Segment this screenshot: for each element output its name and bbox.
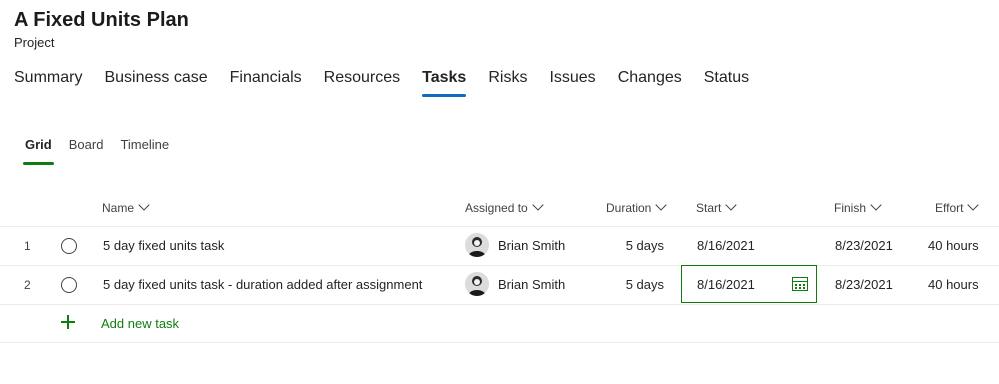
view-board[interactable]: Board — [69, 137, 104, 165]
column-header-effort[interactable]: Effort — [935, 199, 980, 215]
chevron-down-icon — [870, 199, 882, 211]
column-header-name[interactable]: Name — [102, 199, 150, 215]
project-tabs: Summary Business case Financials Resourc… — [14, 69, 771, 99]
assigned-to[interactable]: Brian Smith — [498, 238, 565, 253]
calendar-icon[interactable] — [792, 277, 808, 291]
assigned-to[interactable]: Brian Smith — [498, 277, 565, 292]
chevron-down-icon — [655, 199, 668, 211]
column-header-finish[interactable]: Finish — [834, 199, 882, 215]
chevron-down-icon — [967, 199, 980, 211]
view-timeline[interactable]: Timeline — [120, 137, 169, 165]
avatar — [465, 272, 489, 296]
tab-financials[interactable]: Financials — [230, 69, 302, 97]
column-header-duration[interactable]: Duration — [606, 199, 668, 215]
finish-date[interactable]: 8/23/2021 — [835, 277, 893, 292]
add-new-task-button[interactable]: Add new task — [0, 304, 999, 343]
chevron-down-icon — [138, 199, 150, 211]
tab-issues[interactable]: Issues — [549, 69, 595, 97]
column-header-start[interactable]: Start — [696, 199, 738, 215]
chevron-down-icon — [725, 199, 738, 211]
plus-icon — [61, 315, 75, 329]
row-number: 1 — [24, 239, 31, 253]
project-title: A Fixed Units Plan — [14, 9, 189, 31]
row-number: 2 — [24, 278, 31, 292]
start-date-input[interactable]: 8/16/2021 — [697, 277, 755, 292]
table-row[interactable]: 1 5 day fixed units task Brian Smith 5 d… — [0, 227, 999, 266]
chevron-down-icon — [532, 199, 544, 211]
start-date-editor[interactable]: 8/16/2021 — [681, 265, 817, 303]
task-name[interactable]: 5 day fixed units task — [103, 238, 224, 253]
grid-header: Name Assigned to Duration Start Finish E… — [0, 190, 999, 227]
view-grid[interactable]: Grid — [23, 137, 54, 165]
complete-task-radio[interactable] — [61, 238, 77, 254]
add-new-task-label: Add new task — [101, 316, 180, 331]
view-switcher: Grid Board Timeline — [23, 137, 186, 165]
tab-changes[interactable]: Changes — [618, 69, 682, 97]
column-header-assigned[interactable]: Assigned to — [465, 199, 544, 215]
finish-date[interactable]: 8/23/2021 — [835, 238, 893, 253]
duration[interactable]: 5 days — [610, 238, 664, 253]
tab-resources[interactable]: Resources — [324, 69, 400, 97]
effort[interactable]: 40 hours — [928, 277, 979, 292]
effort[interactable]: 40 hours — [928, 238, 979, 253]
duration[interactable]: 5 days — [610, 277, 664, 292]
avatar — [465, 233, 489, 257]
complete-task-radio[interactable] — [61, 277, 77, 293]
task-name[interactable]: 5 day fixed units task - duration added … — [103, 277, 422, 292]
table-row[interactable]: 2 5 day fixed units task - duration adde… — [0, 265, 999, 305]
tab-risks[interactable]: Risks — [488, 69, 527, 97]
tab-status[interactable]: Status — [704, 69, 749, 97]
start-date[interactable]: 8/16/2021 — [697, 238, 755, 253]
project-type-label: Project — [14, 35, 55, 50]
tab-tasks[interactable]: Tasks — [422, 69, 467, 97]
tab-business-case[interactable]: Business case — [104, 69, 207, 97]
tab-summary[interactable]: Summary — [14, 69, 82, 97]
